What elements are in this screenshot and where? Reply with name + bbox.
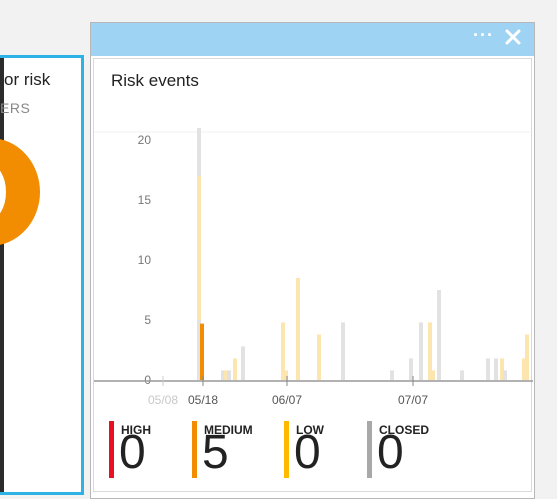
- chart-bar: [503, 370, 507, 380]
- chart-bar: [390, 370, 394, 380]
- left-tile[interactable]: or risk ERS: [0, 55, 84, 495]
- chart-bar: [227, 370, 231, 380]
- chart-bar: [494, 358, 498, 380]
- risk-events-card[interactable]: Risk events 0 5 10 15 20 05/08 05/18 06/07 07/0…: [93, 58, 533, 492]
- legend-color-bar: [109, 421, 114, 478]
- legend-color-bar: [284, 421, 289, 478]
- x-tick-label: 05/08: [148, 393, 178, 407]
- chart-bar: [437, 290, 441, 380]
- legend-count: 0: [294, 426, 321, 479]
- x-tick-label: 05/18: [188, 393, 218, 407]
- left-tile-title: or risk: [4, 70, 51, 89]
- legend-color-bar: [367, 421, 372, 478]
- left-tile-edge: [0, 58, 4, 492]
- chart-bar: [460, 370, 464, 380]
- risk-events-blade: ··· Risk events 0 5 10 15 20 05/08 05/18 06/07…: [90, 22, 535, 499]
- chart-bar: [486, 358, 490, 380]
- donut-chart: [0, 138, 40, 246]
- y-tick-label: 0: [144, 373, 151, 387]
- legend-count: 0: [119, 426, 146, 479]
- risk-events-chart: 0 5 10 15 20 05/08 05/18 06/07 07/07: [94, 128, 533, 407]
- chart-bar: [341, 322, 345, 380]
- chart-bars: [197, 128, 529, 380]
- y-tick-label: 15: [138, 193, 152, 207]
- blade-header: ···: [91, 23, 534, 56]
- chart-y-axis: 0 5 10 15 20: [138, 133, 152, 387]
- x-tick-label: 06/07: [272, 393, 302, 407]
- y-tick-label: 5: [144, 313, 151, 327]
- chart-bar: [409, 358, 413, 380]
- legend-count: 5: [202, 426, 229, 479]
- chart-legend: HIGH 0 MEDIUM 5 LOW 0 CLOSED 0: [109, 421, 529, 483]
- more-options-icon[interactable]: ···: [473, 25, 494, 46]
- chart-bar: [419, 322, 423, 380]
- chart-bar: [317, 334, 321, 380]
- chart-bar: [296, 278, 300, 380]
- x-tick-label: 07/07: [398, 393, 428, 407]
- chart-bar: [431, 370, 435, 380]
- legend-count: 0: [377, 426, 404, 479]
- left-tile-subtitle: ERS: [0, 100, 31, 116]
- chart-bar: [233, 358, 237, 380]
- y-tick-label: 10: [138, 253, 152, 267]
- chart-bar: [200, 323, 204, 380]
- chart-bar: [525, 334, 529, 380]
- y-tick-label: 20: [138, 133, 152, 147]
- legend-color-bar: [192, 421, 197, 478]
- chart-bar: [241, 346, 245, 380]
- close-icon[interactable]: [504, 28, 522, 46]
